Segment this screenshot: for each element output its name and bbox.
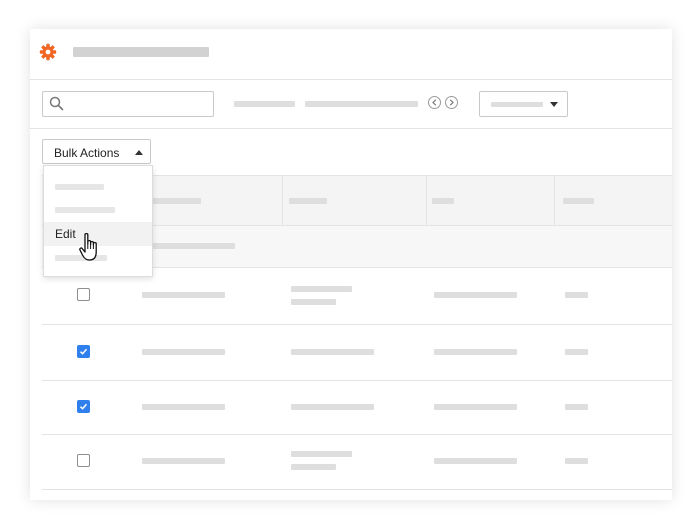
checkmark-icon <box>79 348 88 355</box>
cell-placeholder <box>142 349 225 355</box>
menu-item-label-placeholder <box>55 184 104 190</box>
chevron-right-icon <box>449 99 454 106</box>
caret-up-icon <box>135 150 143 155</box>
row-checkbox[interactable] <box>77 345 90 358</box>
cell-placeholder <box>434 458 517 464</box>
cell-placeholder <box>434 292 517 298</box>
row-checkbox[interactable] <box>77 400 90 413</box>
menu-item[interactable] <box>44 176 152 196</box>
cell-placeholder <box>142 292 225 298</box>
app-window: Bulk Actions Edit <box>30 29 672 500</box>
column-divider <box>426 176 427 225</box>
cell-placeholder <box>291 299 336 305</box>
column-header <box>432 198 454 204</box>
checkmark-icon <box>79 403 88 410</box>
cell-placeholder <box>565 458 588 464</box>
cell-placeholder <box>291 349 374 355</box>
cell-placeholder <box>291 464 336 470</box>
cell-placeholder <box>565 349 588 355</box>
row-divider <box>42 489 672 490</box>
caret-down-icon <box>550 102 558 107</box>
filter-select-value-placeholder <box>491 102 543 107</box>
column-header <box>289 198 327 204</box>
bulk-actions-label: Bulk Actions <box>54 146 120 160</box>
menu-item[interactable] <box>44 199 152 219</box>
row-divider <box>42 380 672 381</box>
hand-pointer-cursor-icon <box>79 232 97 261</box>
menu-item-label-placeholder <box>55 207 115 213</box>
row-checkbox[interactable] <box>77 454 90 467</box>
cell-placeholder <box>291 404 374 410</box>
chevron-left-icon <box>432 99 437 106</box>
group-title-placeholder <box>142 243 235 249</box>
cell-placeholder <box>142 458 225 464</box>
menu-item-edit-label: Edit <box>55 227 76 241</box>
row-divider <box>42 434 672 435</box>
cell-placeholder <box>291 451 352 457</box>
column-divider <box>282 176 283 225</box>
cell-placeholder <box>434 404 517 410</box>
search-input[interactable] <box>42 91 214 117</box>
column-header <box>563 198 594 204</box>
next-page-button[interactable] <box>445 96 458 109</box>
pagination-info-placeholder <box>305 101 418 107</box>
page-title-placeholder <box>73 47 209 57</box>
row-checkbox[interactable] <box>77 288 90 301</box>
column-divider <box>554 176 555 225</box>
cell-placeholder <box>565 404 588 410</box>
prev-page-button[interactable] <box>428 96 441 109</box>
cell-placeholder <box>434 349 517 355</box>
toolbar-divider <box>30 128 672 129</box>
cell-placeholder <box>565 292 588 298</box>
header-divider <box>30 79 672 80</box>
search-icon <box>49 96 64 111</box>
bulk-actions-button[interactable]: Bulk Actions <box>42 139 151 164</box>
row-divider <box>42 324 672 325</box>
cell-placeholder <box>291 286 352 292</box>
filter-select[interactable] <box>479 91 568 117</box>
results-count-placeholder <box>234 101 295 107</box>
gear-logo-icon <box>39 43 57 61</box>
cell-placeholder <box>142 404 225 410</box>
